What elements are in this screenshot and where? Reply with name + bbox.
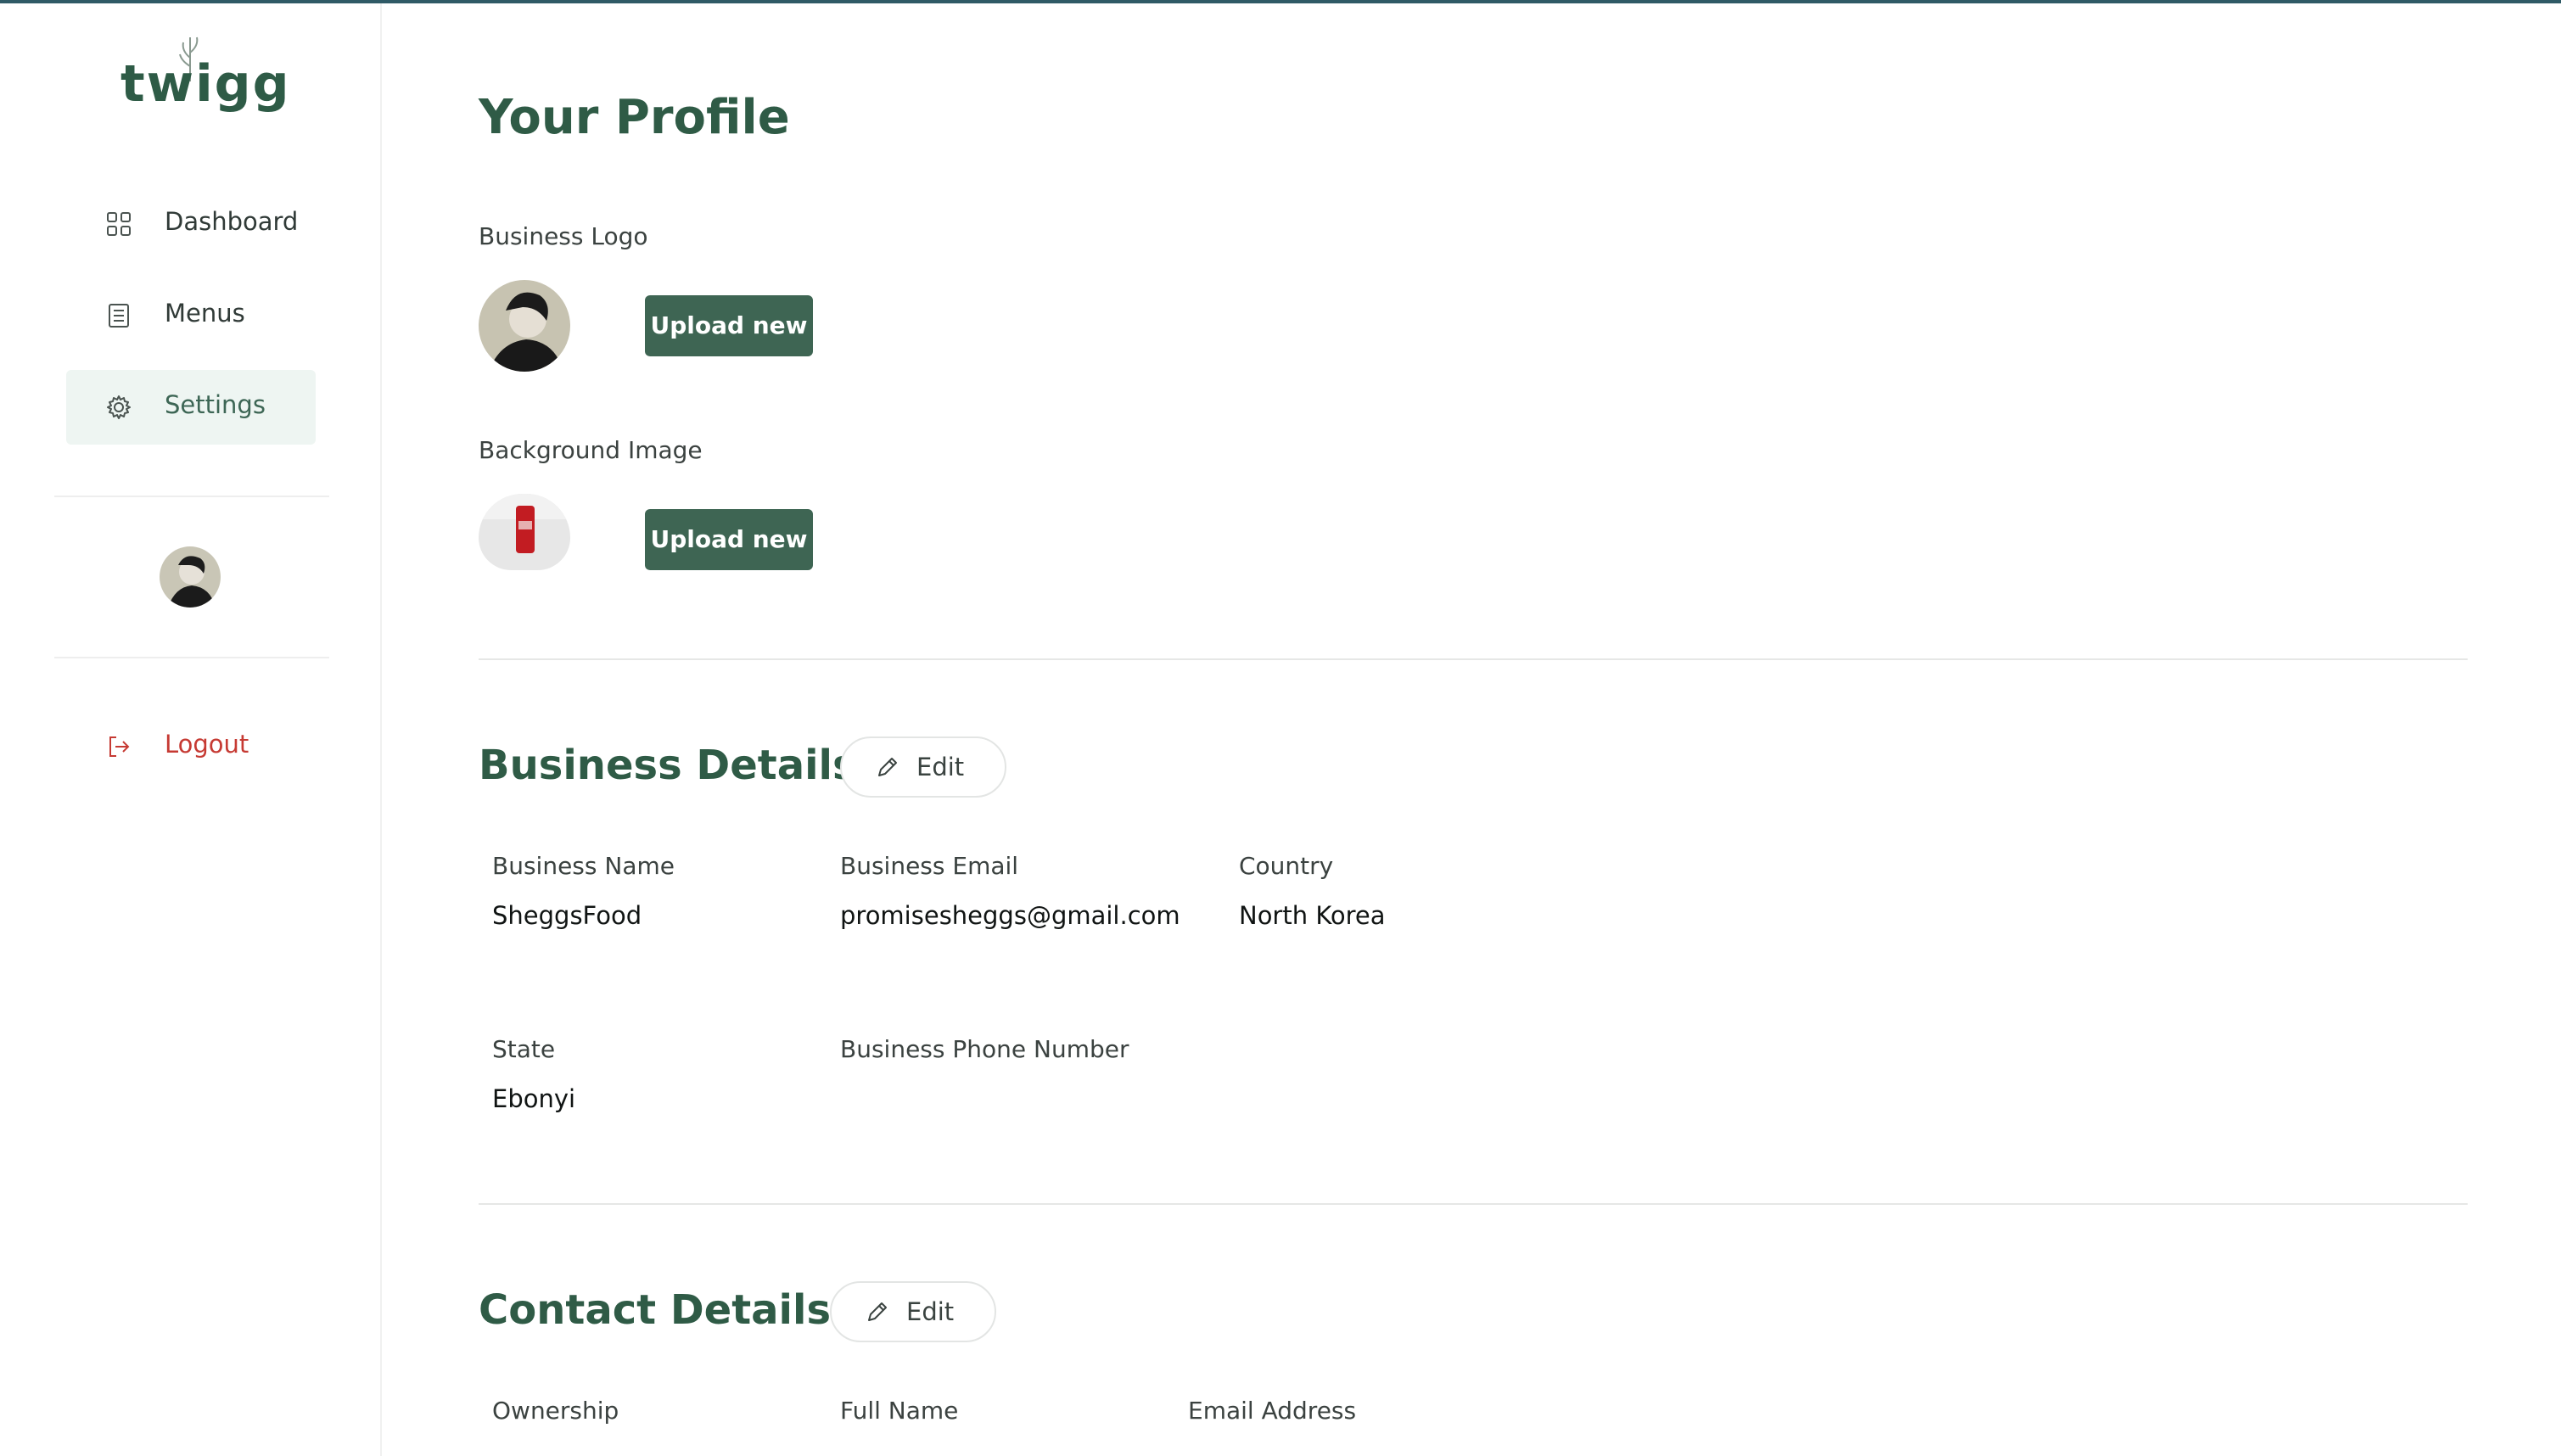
twigg-logo[interactable]: twigg <box>119 32 289 117</box>
edit-contact-details-button[interactable]: Edit <box>830 1281 997 1342</box>
business-details-title: Business Details <box>479 742 857 789</box>
ownership-label: Ownership <box>492 1397 619 1425</box>
sidebar: twigg Dashboard Menus Settings Logout <box>0 3 382 1456</box>
sidebar-item-dashboard[interactable]: Dashboard <box>66 187 316 261</box>
sidebar-item-label: Menus <box>165 299 245 328</box>
edit-business-details-button[interactable]: Edit <box>840 736 1007 798</box>
grid-icon <box>107 212 131 236</box>
sidebar-item-menus[interactable]: Menus <box>66 278 316 353</box>
business-name-label: Business Name <box>492 852 675 880</box>
pencil-icon <box>878 758 897 776</box>
background-image-preview <box>479 494 570 570</box>
document-icon <box>109 304 129 328</box>
business-email-label: Business Email <box>840 852 1019 880</box>
divider <box>54 657 329 658</box>
business-name-value: SheggsFood <box>492 901 642 930</box>
business-phone-label: Business Phone Number <box>840 1035 1129 1063</box>
page-title: Your Profile <box>479 90 790 145</box>
sidebar-item-label: Settings <box>165 390 266 419</box>
business-logo-label: Business Logo <box>479 222 648 250</box>
section-divider <box>479 658 2468 660</box>
gear-icon <box>107 395 131 419</box>
country-value: North Korea <box>1239 901 1386 930</box>
contact-details-title: Contact Details <box>479 1286 832 1334</box>
pencil-icon <box>868 1302 887 1321</box>
background-image-label: Background Image <box>479 436 703 464</box>
logout-icon <box>109 736 130 757</box>
sidebar-item-settings[interactable]: Settings <box>66 370 316 445</box>
divider <box>54 496 329 497</box>
country-label: Country <box>1239 852 1334 880</box>
edit-label: Edit <box>916 753 965 781</box>
logo-text: twigg <box>120 54 291 114</box>
logout-button[interactable]: Logout <box>66 709 316 784</box>
upload-logo-button[interactable]: Upload new <box>645 295 813 356</box>
state-value: Ebonyi <box>492 1084 576 1113</box>
full-name-label: Full Name <box>840 1397 959 1425</box>
section-divider <box>479 1203 2468 1205</box>
business-logo-photo <box>479 280 570 372</box>
logout-label: Logout <box>165 730 249 759</box>
edit-label: Edit <box>906 1297 955 1326</box>
business-logo-image <box>479 280 570 372</box>
avatar[interactable] <box>160 546 221 608</box>
main-content: Your Profile Business Logo Upload new Ba… <box>380 0 2561 1456</box>
avatar-photo <box>160 546 221 608</box>
business-email-value: promisesheggs@gmail.com <box>840 901 1180 930</box>
background-photo <box>479 494 570 570</box>
upload-background-button[interactable]: Upload new <box>645 509 813 570</box>
state-label: State <box>492 1035 556 1063</box>
sidebar-item-label: Dashboard <box>165 207 299 236</box>
email-address-label: Email Address <box>1188 1397 1357 1425</box>
